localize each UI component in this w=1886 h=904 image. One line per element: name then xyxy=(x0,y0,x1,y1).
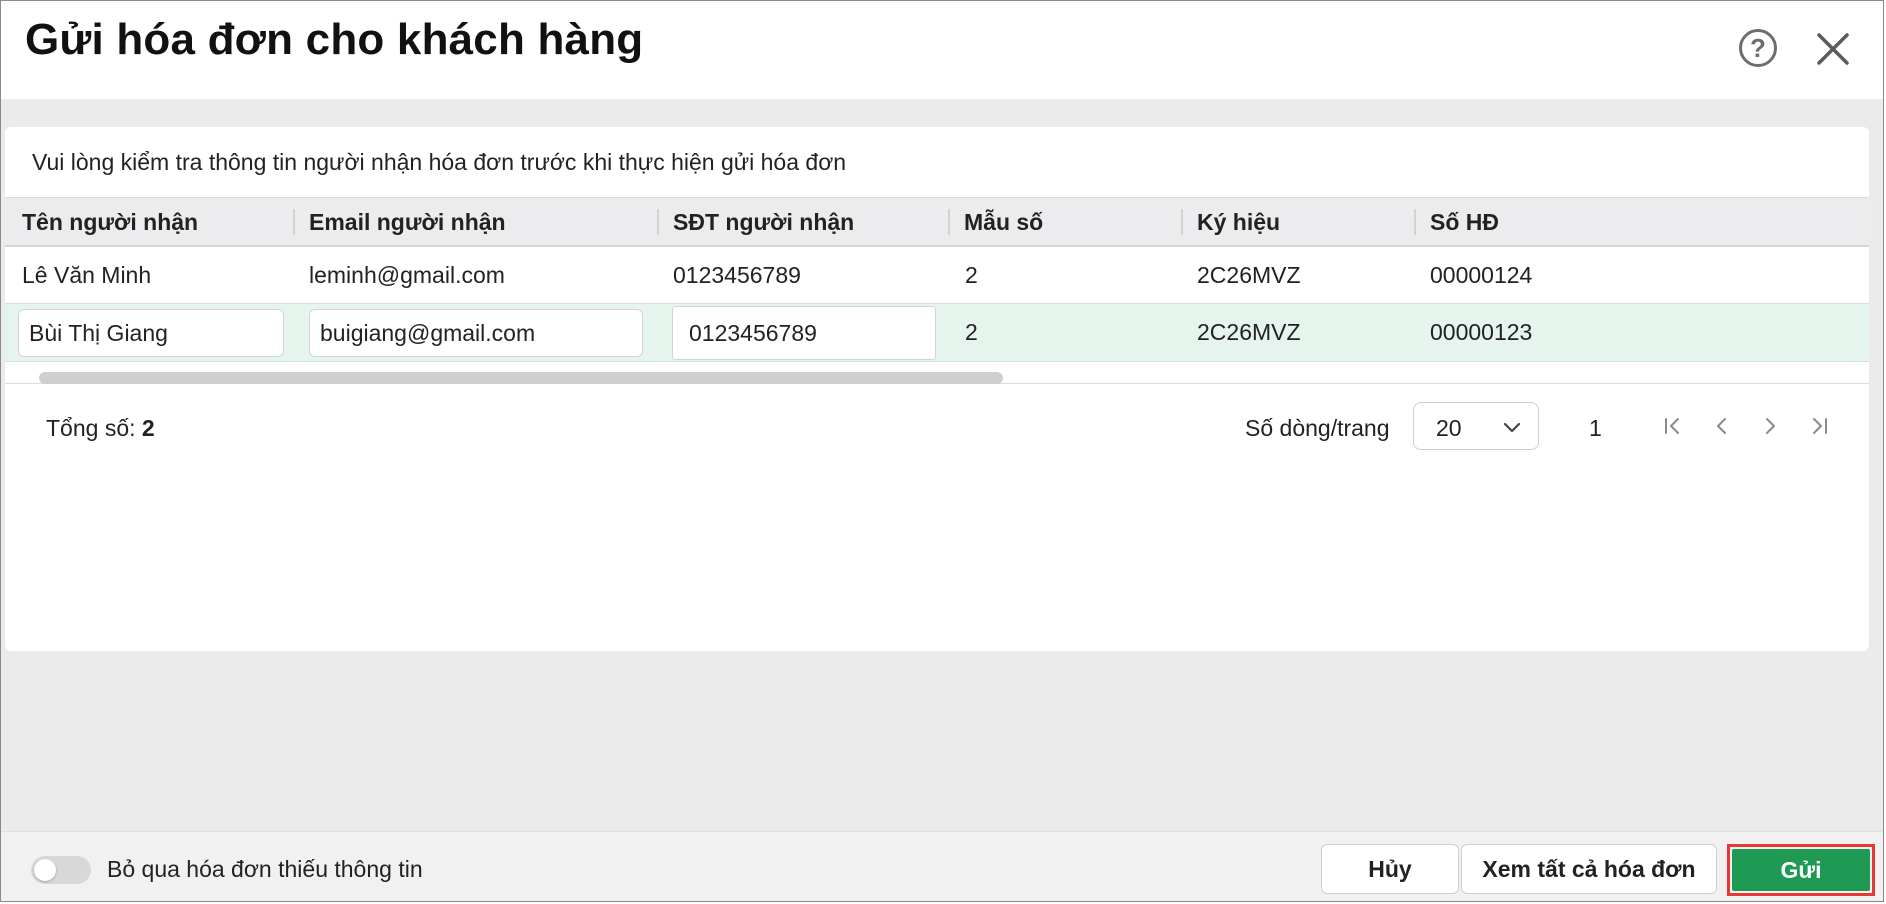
table-row-editing[interactable]: Bùi Thị Giang buigiang@gmail.com 0123456… xyxy=(5,304,1869,362)
current-page: 1 xyxy=(1589,415,1602,441)
recipient-email-input[interactable]: buigiang@gmail.com xyxy=(309,309,643,357)
column-separator[interactable] xyxy=(293,209,295,235)
page-size-value: 20 xyxy=(1436,415,1462,441)
notice-text: Vui lòng kiểm tra thông tin người nhận h… xyxy=(32,149,847,175)
send-button[interactable]: Gửi xyxy=(1732,849,1870,891)
invoice-template: 2 xyxy=(965,262,978,288)
last-page-icon[interactable] xyxy=(1807,413,1833,439)
toggle-knob xyxy=(34,859,56,881)
horizontal-scrollbar-thumb[interactable] xyxy=(39,372,1003,384)
column-header-name: Tên người nhận xyxy=(22,209,199,235)
dialog-title: Gửi hóa đơn cho khách hàng xyxy=(25,15,644,64)
table-header: Tên người nhận Email người nhận SĐT ngườ… xyxy=(5,197,1869,247)
recipient-phone-input[interactable]: 0123456789 xyxy=(672,306,936,360)
column-separator[interactable] xyxy=(948,209,950,235)
column-header-email: Email người nhận xyxy=(309,209,506,235)
cancel-button[interactable]: Hủy xyxy=(1321,844,1459,894)
view-all-invoices-button[interactable]: Xem tất cả hóa đơn xyxy=(1461,844,1717,894)
previous-page-icon[interactable] xyxy=(1709,413,1735,439)
column-header-template: Mẫu số xyxy=(964,209,1044,235)
page-size-select[interactable]: 20 xyxy=(1413,402,1539,450)
invoice-symbol: 2C26MVZ xyxy=(1197,262,1301,288)
total-label: Tổng số: xyxy=(46,415,136,441)
column-separator[interactable] xyxy=(657,209,659,235)
invoice-template: 2 xyxy=(965,319,978,345)
total-count: Tổng số: 2 xyxy=(46,415,155,442)
dialog-header: Gửi hóa đơn cho khách hàng ? xyxy=(1,1,1883,99)
skip-missing-info-label: Bỏ qua hóa đơn thiếu thông tin xyxy=(107,856,423,882)
column-separator[interactable] xyxy=(1181,209,1183,235)
total-value: 2 xyxy=(141,415,155,441)
column-header-symbol: Ký hiệu xyxy=(1197,209,1281,235)
dialog-footer: Bỏ qua hóa đơn thiếu thông tin Hủy Xem t… xyxy=(1,831,1883,901)
send-invoice-dialog: Gửi hóa đơn cho khách hàng ? Vui lòng ki… xyxy=(0,0,1884,902)
skip-missing-info-toggle[interactable] xyxy=(31,856,91,884)
help-icon[interactable]: ? xyxy=(1739,29,1777,67)
close-icon[interactable] xyxy=(1813,29,1853,69)
table-row[interactable]: Lê Văn Minh leminh@gmail.com 0123456789 … xyxy=(5,247,1869,304)
recipient-phone: 0123456789 xyxy=(673,262,801,288)
invoice-number: 00000124 xyxy=(1430,262,1533,288)
invoice-recipient-card: Vui lòng kiểm tra thông tin người nhận h… xyxy=(5,127,1869,651)
chevron-down-icon xyxy=(1503,422,1521,433)
invoice-symbol: 2C26MVZ xyxy=(1197,319,1301,345)
recipient-email: leminh@gmail.com xyxy=(309,262,505,288)
next-page-icon[interactable] xyxy=(1757,413,1783,439)
column-header-phone: SĐT người nhận xyxy=(673,209,855,235)
pagination-bar: Tổng số: 2 Số dòng/trang 20 1 xyxy=(5,397,1869,457)
recipient-name: Lê Văn Minh xyxy=(22,262,152,288)
invoice-number: 00000123 xyxy=(1430,319,1533,345)
column-separator[interactable] xyxy=(1414,209,1416,235)
page-size-label: Số dòng/trang xyxy=(1245,415,1390,441)
recipient-name-input[interactable]: Bùi Thị Giang xyxy=(18,309,284,357)
column-header-invoice-number: Số HĐ xyxy=(1430,209,1499,235)
first-page-icon[interactable] xyxy=(1659,413,1685,439)
